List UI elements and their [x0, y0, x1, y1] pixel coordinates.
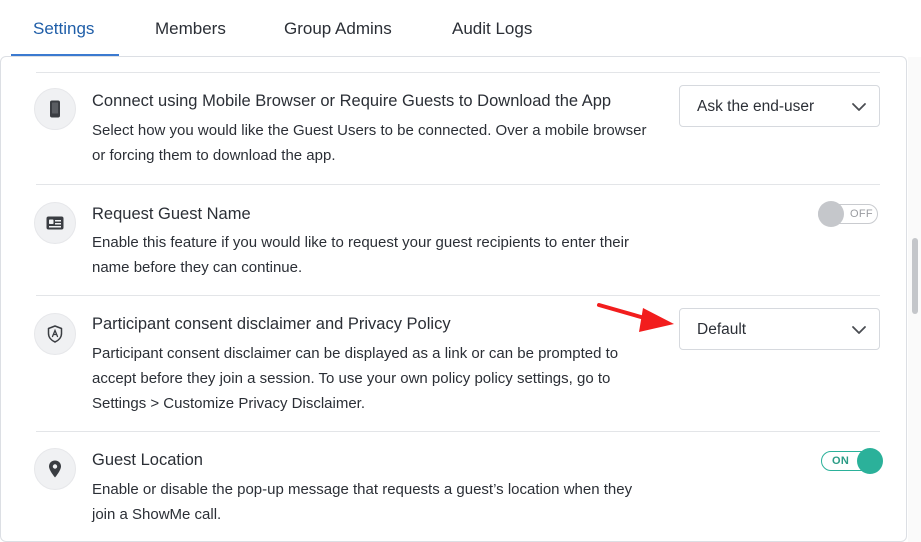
setting-description-guest-location: Enable or disable the pop-up message tha… [92, 481, 633, 523]
map-pin-icon [34, 448, 76, 490]
tab-bar: Settings Members Group Admins Audit Logs [0, 0, 921, 57]
mobile-phone-icon [34, 88, 76, 130]
setting-description-privacy-policy: Participant consent disclaimer can be di… [92, 345, 619, 412]
id-card-icon [34, 202, 76, 244]
connection-method-dropdown[interactable]: Ask the end-user [679, 85, 880, 127]
toggle-state-label: OFF [850, 208, 873, 220]
request-guest-name-toggle[interactable]: OFF [818, 201, 878, 227]
divider [36, 72, 880, 73]
setting-description-request-guest-name: Enable this feature if you would like to… [92, 234, 629, 276]
setting-title-request-guest-name: Request Guest Name [92, 205, 251, 223]
privacy-policy-dropdown[interactable]: Default [679, 308, 880, 350]
red-arrow-icon [597, 303, 674, 332]
setting-title-privacy-policy: Participant consent disclaimer and Priva… [92, 315, 451, 333]
dropdown-selected-value: Default [697, 321, 747, 338]
divider [36, 184, 880, 185]
setting-title-mobile-browser: Connect using Mobile Browser or Require … [92, 92, 612, 110]
guest-location-toggle[interactable]: ON [821, 448, 883, 474]
toggle-knob [818, 201, 844, 227]
chevron-down-icon [852, 326, 866, 334]
chevron-down-icon [852, 103, 866, 111]
dropdown-selected-value: Ask the end-user [697, 98, 815, 115]
scrollbar-thumb[interactable] [912, 238, 918, 314]
toggle-knob [857, 448, 883, 474]
setting-description-mobile-browser: Select how you would like the Guest User… [92, 122, 647, 164]
tab-settings[interactable]: Settings [33, 0, 94, 57]
divider [36, 295, 880, 296]
toggle-state-label: ON [832, 455, 850, 467]
shield-icon [34, 313, 76, 355]
setting-title-guest-location: Guest Location [92, 451, 203, 469]
tab-members[interactable]: Members [155, 0, 226, 57]
tab-group-admins[interactable]: Group Admins [284, 0, 392, 57]
divider [36, 431, 880, 432]
tab-audit-logs[interactable]: Audit Logs [452, 0, 532, 57]
